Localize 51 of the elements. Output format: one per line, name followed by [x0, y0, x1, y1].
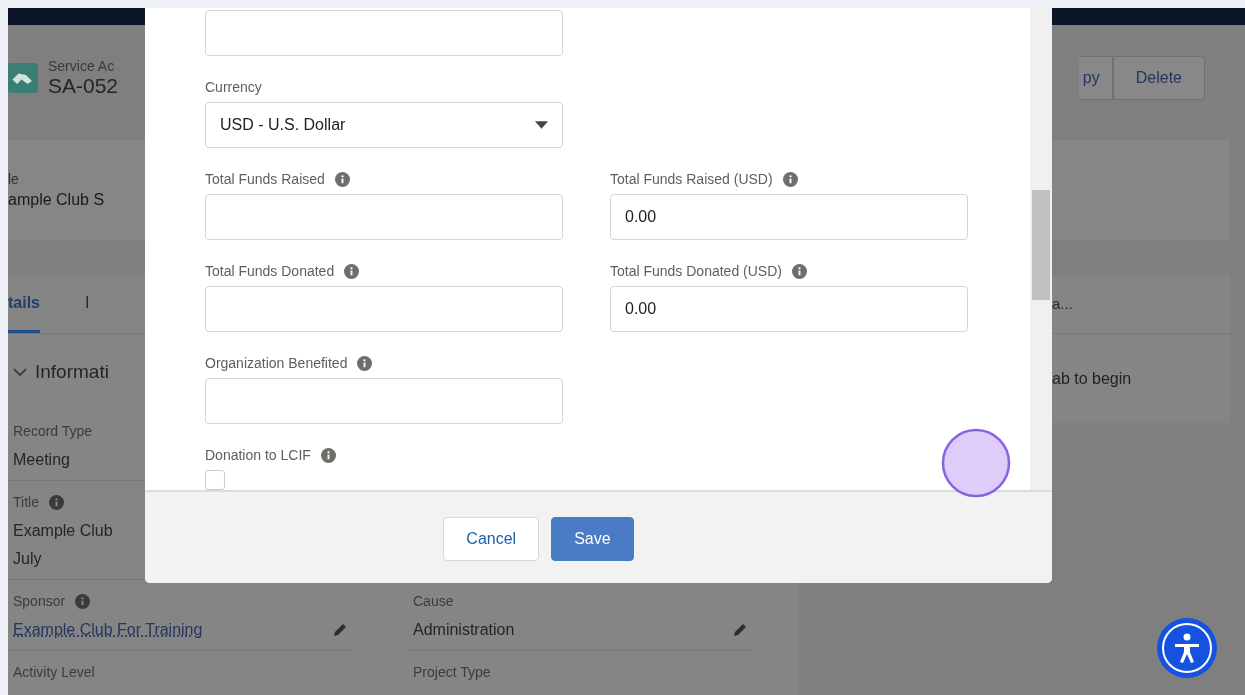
- field-label: Currency: [205, 79, 262, 95]
- tab[interactable]: tails: [8, 275, 40, 333]
- field-label: Cause: [413, 593, 454, 609]
- field-label: Donation to LCIF: [205, 447, 311, 463]
- input-field[interactable]: [205, 286, 563, 332]
- field-label: Total Funds Raised (USD): [610, 171, 773, 187]
- input-field[interactable]: [205, 10, 563, 56]
- section-title: Informati: [35, 361, 109, 383]
- input-field[interactable]: [205, 378, 563, 424]
- sponsor-link[interactable]: Example Club For Training: [13, 616, 203, 644]
- info-icon[interactable]: [357, 355, 373, 371]
- info-icon[interactable]: [75, 593, 91, 609]
- caret-icon: [535, 121, 548, 129]
- object-type: Service Ac: [48, 57, 116, 74]
- scrollbar[interactable]: [1030, 8, 1052, 490]
- panel-message: ab to begin: [1052, 369, 1133, 389]
- action-button[interactable]: py: [1078, 55, 1113, 100]
- field-label: Project Type: [413, 664, 491, 680]
- field-label: Organization Benefited: [205, 355, 348, 371]
- tab[interactable]: I: [85, 275, 90, 333]
- input-field[interactable]: [205, 194, 563, 240]
- info-icon[interactable]: [344, 263, 360, 279]
- pencil-icon[interactable]: [332, 622, 348, 638]
- field-label: Total Funds Raised: [205, 171, 325, 187]
- info-icon[interactable]: [334, 171, 350, 187]
- chevron-down-icon[interactable]: [13, 367, 27, 377]
- field-label: Record Type: [13, 423, 93, 439]
- field-label: Total Funds Donated: [205, 263, 335, 279]
- cancel-button[interactable]: Cancel: [443, 516, 540, 561]
- input-field[interactable]: 0.00: [610, 194, 968, 240]
- currency-select[interactable]: USD - U.S. Dollar: [205, 102, 563, 148]
- checkbox[interactable]: [205, 470, 225, 490]
- info-icon[interactable]: [782, 171, 798, 187]
- input-field[interactable]: 0.00: [610, 286, 968, 332]
- field-label: Activity Level: [13, 664, 95, 680]
- click-indicator: [941, 428, 1011, 498]
- info-icon[interactable]: [791, 263, 807, 279]
- field-value: Meeting: [13, 450, 70, 470]
- field-value: Example Club: [13, 521, 113, 541]
- field-label: Title: [13, 494, 39, 510]
- action-button[interactable]: Delete: [1112, 55, 1205, 100]
- field-label: Total Funds Donated (USD): [610, 263, 782, 279]
- info-icon[interactable]: [320, 447, 336, 463]
- field-value: July: [13, 549, 42, 569]
- field-value: Administration: [413, 620, 515, 640]
- pencil-icon[interactable]: [732, 622, 748, 638]
- save-button[interactable]: Save: [551, 516, 634, 561]
- field-label: Sponsor: [13, 593, 66, 609]
- field-label: le: [8, 171, 19, 187]
- record-name: SA-052: [48, 73, 119, 98]
- info-icon[interactable]: [48, 494, 64, 510]
